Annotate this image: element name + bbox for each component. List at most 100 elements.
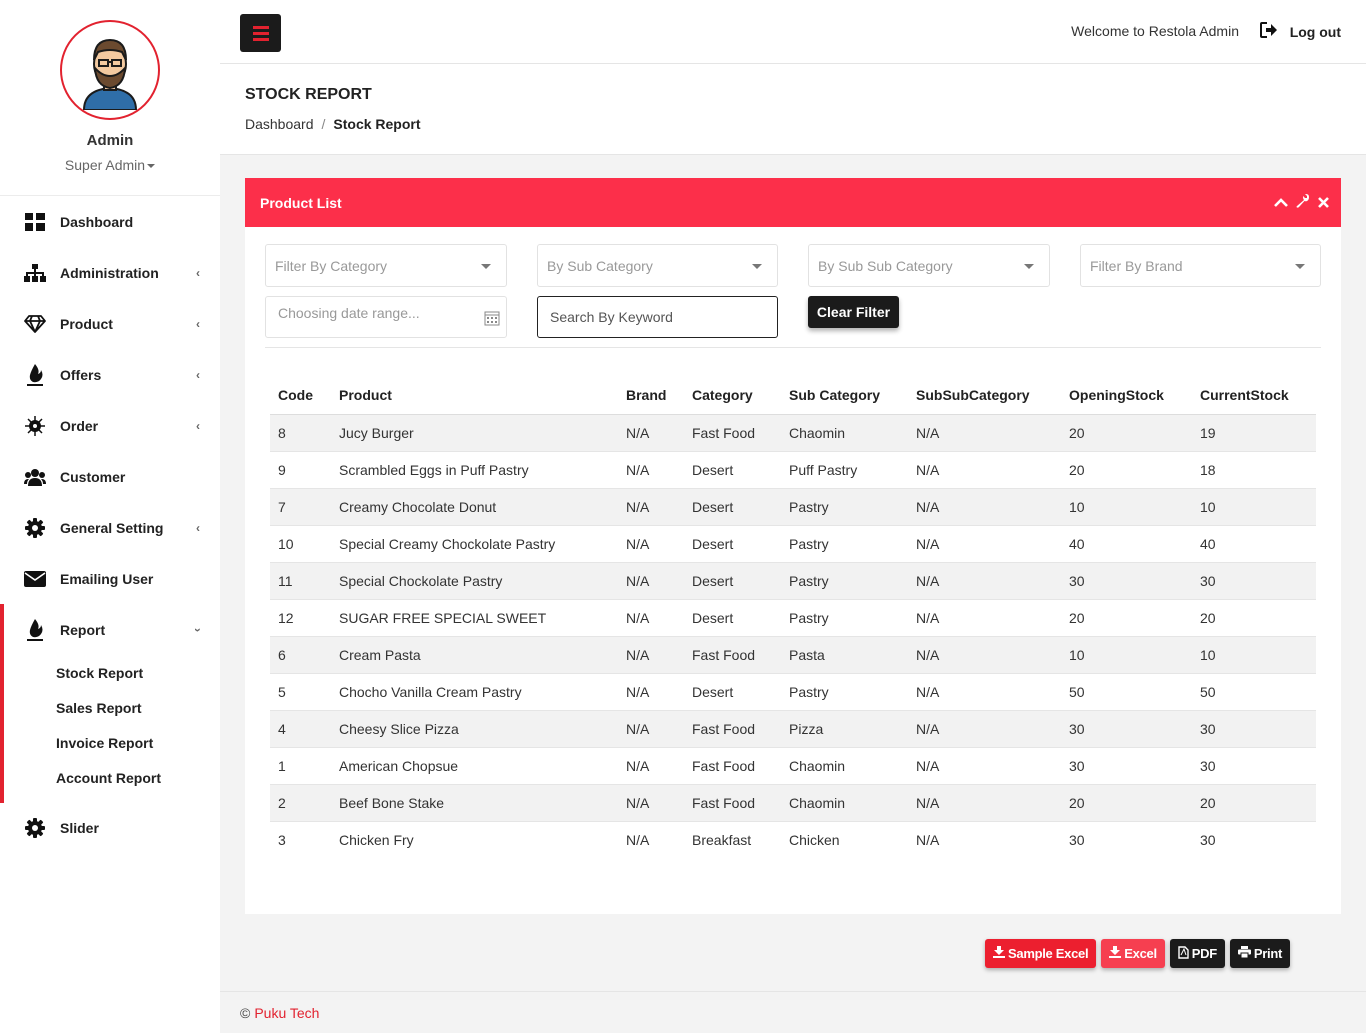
- submenu-item-account-report[interactable]: Account Report: [4, 760, 220, 795]
- submenu-item-sales-report[interactable]: Sales Report: [4, 690, 220, 725]
- sidebar-item-label: Report: [60, 621, 106, 638]
- sidebar-item-product[interactable]: Product ‹: [0, 298, 220, 349]
- clear-filter-button[interactable]: Clear Filter: [808, 296, 899, 328]
- cell-brand: N/A: [618, 598, 684, 636]
- table-row[interactable]: 1 American Chopsue N/A Fast Food Chaomin N/A 3…: [270, 746, 1316, 784]
- cell-opening-stock: 20: [1061, 598, 1192, 636]
- column-header-category[interactable]: Category: [684, 377, 781, 415]
- logout-link[interactable]: Log out: [1290, 24, 1341, 40]
- profile-role-label: Super Admin: [64, 157, 146, 173]
- search-input[interactable]: Search By Keyword: [537, 296, 778, 338]
- submenu-item-invoice-report[interactable]: Invoice Report: [4, 725, 220, 760]
- chevron-left-icon: ‹: [196, 265, 200, 280]
- cell-brand: N/A: [618, 709, 684, 747]
- column-header-sub-category[interactable]: Sub Category: [781, 377, 908, 415]
- page-header: STOCK REPORT Dashboard / Stock Report: [220, 64, 1366, 155]
- download-icon: [1109, 946, 1122, 961]
- sidebar: Admin Super Admin Dashboard Administrati…: [0, 0, 220, 1033]
- print-button[interactable]: Print: [1229, 939, 1290, 968]
- cell-sub-category: Pastry: [781, 487, 908, 525]
- table-row[interactable]: 9 Scrambled Eggs in Puff Pastry N/A Desert P…: [270, 450, 1316, 488]
- cell-brand: N/A: [618, 783, 684, 821]
- breadcrumb-home-link[interactable]: Dashboard: [245, 116, 314, 132]
- excel-button[interactable]: Excel: [1101, 939, 1165, 968]
- cell-code: 1: [270, 746, 331, 784]
- topbar: Welcome to Restola Admin Log out: [220, 0, 1366, 64]
- cell-product: Special Chockolate Pastry: [331, 561, 618, 599]
- cell-product: Creamy Chocolate Donut: [331, 487, 618, 525]
- table-row[interactable]: 10 Special Creamy Chockolate Pastry N/A Des…: [270, 524, 1316, 562]
- caret-down-icon: [1024, 264, 1034, 269]
- cell-brand: N/A: [618, 413, 684, 451]
- sidebar-item-emailing-user[interactable]: Emailing User: [0, 553, 220, 604]
- cell-sub-category: Pastry: [781, 561, 908, 599]
- product-list-panel: Product List Filter By Category By Sub C…: [245, 178, 1341, 914]
- footer-brand-link[interactable]: Puku Tech: [254, 1005, 319, 1021]
- table-row[interactable]: 3 Chicken Fry N/A Breakfast Chicken N/A 30 30: [270, 820, 1316, 858]
- sidebar-item-label: Customer: [60, 468, 126, 485]
- date-range-input[interactable]: Choosing date range...: [265, 296, 507, 338]
- sign-out-icon[interactable]: [1260, 22, 1278, 41]
- cell-sub-category: Chaomin: [781, 413, 908, 451]
- column-header-current-stock[interactable]: CurrentStock: [1192, 377, 1316, 415]
- cell-subsubcategory: N/A: [908, 783, 1061, 821]
- wrench-icon[interactable]: [1296, 194, 1310, 211]
- cell-code: 2: [270, 783, 331, 821]
- sidebar-item-slider[interactable]: Slider: [0, 803, 220, 853]
- table-row[interactable]: 4 Cheesy Slice Pizza N/A Fast Food Pizza N/A 3…: [270, 709, 1316, 747]
- column-header-code[interactable]: Code: [270, 377, 331, 415]
- cell-opening-stock: 40: [1061, 524, 1192, 562]
- sidebar-item-label: Administration: [60, 264, 159, 281]
- table-row[interactable]: 6 Cream Pasta N/A Fast Food Pasta N/A 10 10: [270, 635, 1316, 673]
- menu-toggle-button[interactable]: [240, 14, 281, 52]
- table-row[interactable]: 11 Special Chockolate Pastry N/A Desert Past…: [270, 561, 1316, 599]
- table-body: 8 Jucy Burger N/A Fast Food Chaomin N/A 20 19 9…: [270, 413, 1316, 858]
- excel-label: Excel: [1124, 946, 1157, 961]
- sidebar-item-customer[interactable]: Customer: [0, 451, 220, 502]
- filter-category-select[interactable]: Filter By Category: [265, 244, 507, 287]
- cell-brand: N/A: [618, 561, 684, 599]
- cell-sub-category: Chaomin: [781, 783, 908, 821]
- cell-brand: N/A: [618, 635, 684, 673]
- sidebar-item-administration[interactable]: Administration ‹: [0, 247, 220, 298]
- breadcrumb: Dashboard / Stock Report: [245, 116, 421, 132]
- cell-code: 3: [270, 820, 331, 858]
- cell-subsubcategory: N/A: [908, 524, 1061, 562]
- column-header-product[interactable]: Product: [331, 377, 618, 415]
- sample-excel-button[interactable]: Sample Excel: [985, 939, 1097, 968]
- cell-current-stock: 30: [1192, 746, 1316, 784]
- table-row[interactable]: 8 Jucy Burger N/A Fast Food Chaomin N/A 20 19: [270, 413, 1316, 451]
- profile-role-dropdown[interactable]: Super Admin: [0, 157, 220, 173]
- chevron-up-icon[interactable]: [1274, 195, 1288, 211]
- sitemap-icon: [24, 262, 46, 284]
- sidebar-item-general-setting[interactable]: General Setting ‹: [0, 502, 220, 553]
- caret-down-icon: [752, 264, 762, 269]
- cell-product: American Chopsue: [331, 746, 618, 784]
- cell-brand: N/A: [618, 524, 684, 562]
- pdf-button[interactable]: PDF: [1169, 939, 1225, 968]
- table-row[interactable]: 2 Beef Bone Stake N/A Fast Food Chaomin N/A 20…: [270, 783, 1316, 821]
- filter-sub-category-select[interactable]: By Sub Category: [537, 244, 778, 287]
- column-header-subsubcategory[interactable]: SubSubCategory: [908, 377, 1061, 415]
- cell-current-stock: 40: [1192, 524, 1316, 562]
- dashboard-icon: [24, 211, 46, 233]
- cell-category: Desert: [684, 561, 781, 599]
- column-header-opening-stock[interactable]: OpeningStock: [1061, 377, 1192, 415]
- filter-sub-sub-category-select[interactable]: By Sub Sub Category: [808, 244, 1050, 287]
- breadcrumb-current: Stock Report: [333, 116, 421, 132]
- close-icon[interactable]: [1318, 195, 1329, 211]
- filter-brand-select[interactable]: Filter By Brand: [1080, 244, 1321, 287]
- table-row[interactable]: 7 Creamy Chocolate Donut N/A Desert Pastry N/…: [270, 487, 1316, 525]
- sidebar-item-report[interactable]: Report ›: [4, 604, 220, 655]
- gear-icon: [24, 517, 46, 539]
- sidebar-item-offers[interactable]: Offers ‹: [0, 349, 220, 400]
- submenu-item-stock-report[interactable]: Stock Report: [4, 655, 220, 690]
- cell-current-stock: 18: [1192, 450, 1316, 488]
- table-row[interactable]: 5 Chocho Vanilla Cream Pastry N/A Desert Pas…: [270, 672, 1316, 710]
- sidebar-item-order[interactable]: Order ‹: [0, 400, 220, 451]
- cell-code: 11: [270, 561, 331, 599]
- avatar[interactable]: [60, 20, 160, 120]
- sidebar-item-dashboard[interactable]: Dashboard: [0, 196, 220, 247]
- table-row[interactable]: 12 SUGAR FREE SPECIAL SWEET N/A Desert Pastr…: [270, 598, 1316, 636]
- column-header-brand[interactable]: Brand: [618, 377, 684, 415]
